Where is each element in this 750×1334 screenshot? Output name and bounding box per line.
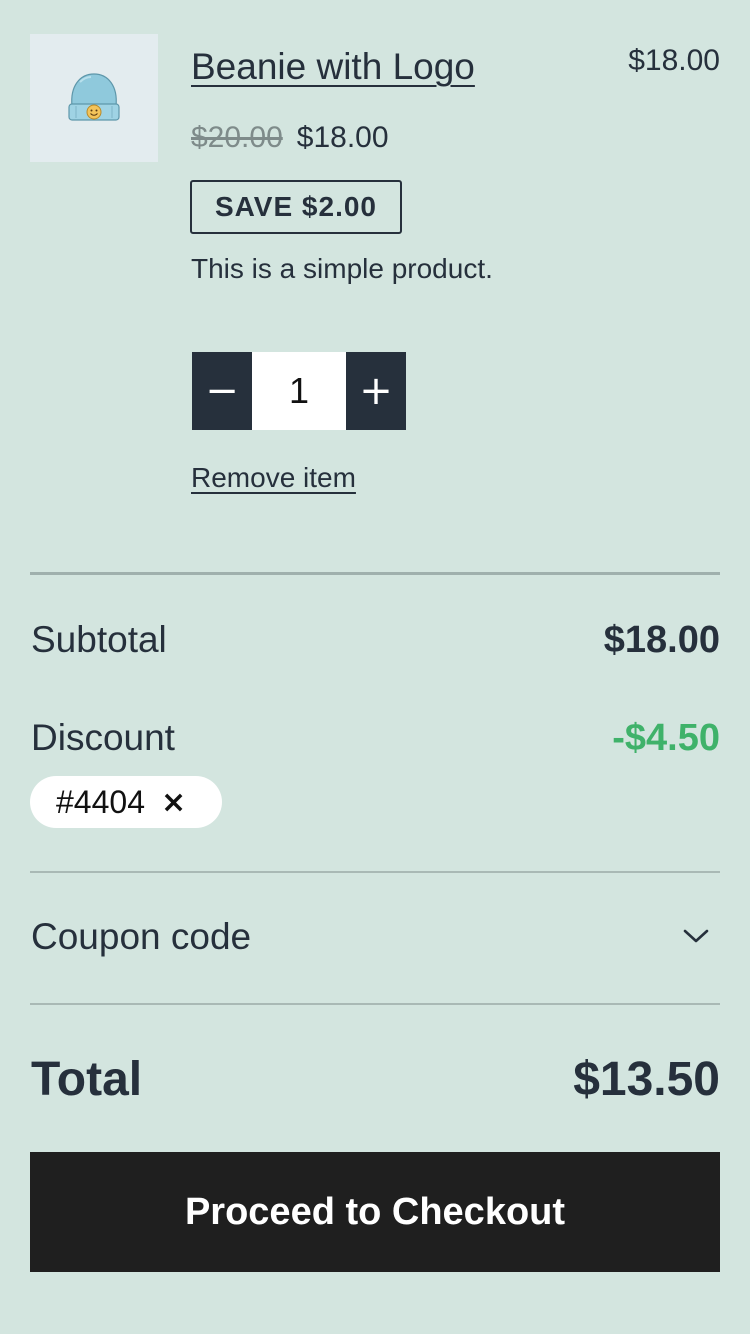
- cart-page: Beanie with Logo $18.00 $20.00 $18.00 SAV…: [0, 0, 750, 1334]
- subtotal-value: $18.00: [603, 619, 720, 661]
- total-label: Total: [31, 1053, 143, 1106]
- discount-label: Discount: [31, 717, 175, 758]
- increase-quantity-button[interactable]: +: [346, 352, 406, 430]
- proceed-to-checkout-button[interactable]: Proceed to Checkout: [30, 1152, 720, 1272]
- product-name-link[interactable]: Beanie with Logo: [191, 46, 475, 88]
- discount-value: -$4.50: [612, 717, 720, 759]
- decrease-quantity-button[interactable]: −: [192, 352, 252, 430]
- save-badge: SAVE $2.00: [190, 180, 402, 234]
- divider: [30, 572, 720, 575]
- remove-item-link[interactable]: Remove item: [191, 462, 356, 494]
- line-total-price: $18.00: [628, 44, 720, 77]
- subtotal-label: Subtotal: [31, 619, 167, 660]
- quantity-stepper: − 1 +: [192, 352, 406, 430]
- regular-price: $20.00: [191, 121, 283, 154]
- coupon-chip: #4404 ×: [30, 776, 222, 828]
- divider: [30, 1003, 720, 1005]
- coupon-code-toggle[interactable]: Coupon code: [30, 874, 720, 1004]
- beanie-icon: [68, 73, 120, 121]
- sale-price: $18.00: [296, 121, 389, 154]
- coupon-chip-code: #4404: [56, 783, 145, 820]
- product-description: This is a simple product.: [191, 253, 493, 284]
- coupon-code-label: Coupon code: [31, 916, 252, 957]
- divider: [30, 871, 720, 873]
- total-value: $13.50: [573, 1053, 720, 1106]
- chevron-down-icon: [683, 929, 709, 943]
- product-thumbnail[interactable]: [30, 34, 158, 162]
- product-price: $20.00 $18.00: [191, 121, 389, 155]
- remove-coupon-icon[interactable]: ×: [161, 785, 186, 820]
- quantity-input[interactable]: 1: [252, 352, 346, 430]
